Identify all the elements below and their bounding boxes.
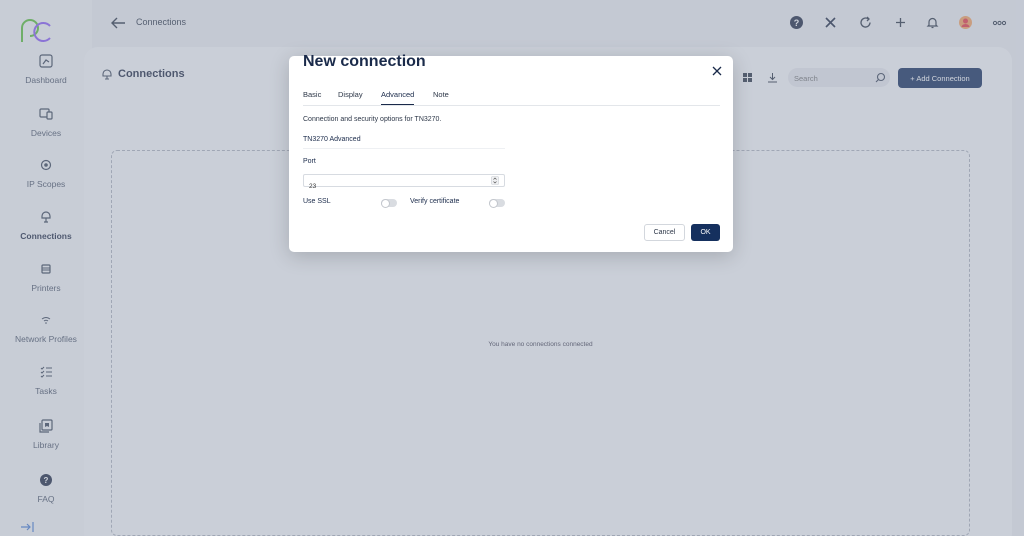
use-ssl-label: Use SSL [303,198,331,205]
tab-note[interactable]: Note [433,90,449,104]
port-label: Port [303,158,316,165]
close-icon[interactable] [712,66,722,76]
tab-advanced[interactable]: Advanced [381,90,415,105]
dialog-description: Connection and security options for TN32… [303,116,442,123]
dialog-title: New connection [303,53,426,70]
verify-certificate-toggle[interactable] [489,198,505,208]
tab-display[interactable]: Display [338,90,363,104]
use-ssl-toggle[interactable] [381,198,397,208]
port-input[interactable] [304,181,484,192]
section-title: TN3270 Advanced [303,136,505,149]
verify-certificate-label: Verify certificate [410,198,460,205]
port-stepper[interactable] [491,176,499,185]
new-connection-dialog: New connection Basic Display Advanced No… [289,53,733,252]
port-field [303,174,505,192]
ok-button[interactable]: OK [691,224,720,241]
dialog-tabs: Basic Display Advanced Note [303,90,720,106]
tab-basic[interactable]: Basic [303,90,321,104]
cancel-button[interactable]: Cancel [644,224,685,241]
